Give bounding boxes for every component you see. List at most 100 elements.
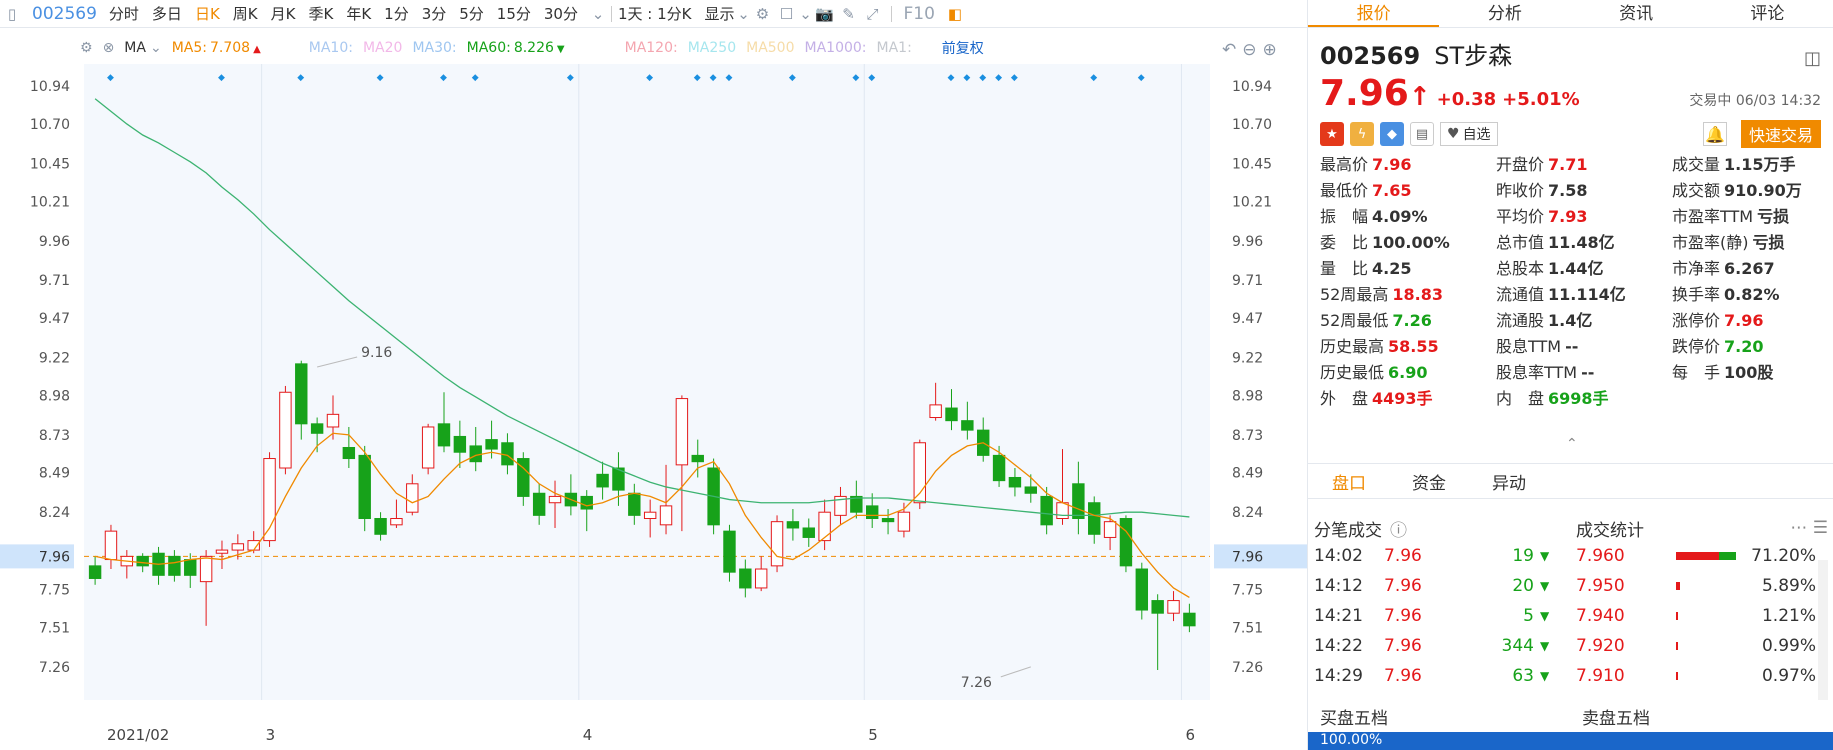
collapse-panel-icon[interactable]: ◫ bbox=[1804, 48, 1821, 69]
settings-gear-icon[interactable]: ⚙ bbox=[80, 40, 93, 56]
candle-body bbox=[897, 511, 911, 532]
ma5-value: 7.708 bbox=[209, 40, 251, 56]
period-15min[interactable]: 15分 bbox=[497, 3, 531, 24]
candle-body bbox=[1119, 518, 1133, 567]
period-1min[interactable]: 1分 bbox=[384, 3, 409, 24]
stat-pct: 5.89% bbox=[1761, 576, 1816, 596]
add-favorite-label: 自选 bbox=[1462, 127, 1491, 143]
bell-icon[interactable]: 🔔 bbox=[1702, 122, 1727, 146]
more-icon[interactable]: ⋯ bbox=[1790, 518, 1807, 538]
stat-cell: 每 手 100股 bbox=[1672, 362, 1833, 384]
y-tick-right: 7.26 bbox=[1232, 660, 1263, 676]
chevron-down-icon[interactable]: ⌄ bbox=[591, 2, 605, 26]
tab-quote[interactable]: 报价 bbox=[1308, 0, 1440, 27]
candle-body bbox=[215, 549, 229, 554]
candle-body bbox=[88, 565, 102, 579]
pen-draw-icon[interactable]: ✎ bbox=[837, 2, 861, 26]
fast-trade-button[interactable]: 快速交易 bbox=[1740, 120, 1821, 148]
display-select[interactable]: 显示 bbox=[705, 3, 735, 24]
stat-cell: 跌停价 7.20 bbox=[1672, 336, 1833, 358]
camera-icon[interactable]: 📷 bbox=[813, 2, 837, 26]
y-tick-left: 10.21 bbox=[30, 194, 70, 210]
candle-body bbox=[961, 420, 974, 431]
sidebar-toggle-icon[interactable]: ▯ bbox=[0, 2, 24, 26]
y-tick-right: 8.49 bbox=[1232, 466, 1263, 482]
tab-news[interactable]: 资讯 bbox=[1571, 0, 1702, 27]
square-select-icon[interactable]: ☐ bbox=[775, 2, 799, 26]
period-weekly[interactable]: 周K bbox=[233, 3, 258, 24]
stat-cell: 开盘价 7.71 bbox=[1496, 154, 1672, 176]
stat-label: 总股本 bbox=[1496, 259, 1545, 278]
tab-capital[interactable]: 资金 bbox=[1412, 469, 1446, 494]
chevron-down-icon[interactable]: ⌄ bbox=[799, 2, 813, 26]
candle-body bbox=[532, 492, 546, 516]
ma60-label-text: MA60: bbox=[466, 40, 511, 56]
stat-value: 7.96 bbox=[1724, 311, 1764, 330]
period-multiday[interactable]: 多日 bbox=[152, 3, 182, 24]
add-favorite-button[interactable]: ♥ 自选 bbox=[1440, 122, 1498, 146]
kline-svg[interactable]: 10.94 10.94 10.70 10.70 10.45 10.45 10.21 10.21… bbox=[0, 60, 1307, 750]
stat-cell: 52周最低 7.26 bbox=[1320, 310, 1496, 332]
undo-icon[interactable]: ↶ bbox=[1222, 40, 1236, 60]
stat-row: 7.920 0.99% bbox=[1576, 631, 1828, 661]
tab-analysis[interactable]: 分析 bbox=[1439, 0, 1570, 27]
range-select[interactable]: 1天 : 1分K bbox=[618, 3, 692, 24]
stat-cell: 涨停价 7.96 bbox=[1672, 310, 1833, 332]
candle-body bbox=[136, 555, 149, 567]
stat-cell: 最低价 7.65 bbox=[1320, 180, 1496, 202]
x-tick-label: 2021/02 bbox=[107, 726, 169, 744]
candle-body bbox=[802, 527, 815, 538]
y-tick-right: 7.51 bbox=[1232, 620, 1263, 636]
period-3min[interactable]: 3分 bbox=[422, 3, 447, 24]
tab-orderbook[interactable]: 盘口 bbox=[1332, 469, 1366, 494]
candle-body bbox=[342, 446, 356, 460]
stat-cell: 内 盘 6998手 bbox=[1496, 388, 1672, 410]
list-icon[interactable]: ☰ bbox=[1813, 518, 1828, 538]
period-daily[interactable]: 日K bbox=[195, 3, 220, 24]
candle-body bbox=[643, 511, 657, 520]
stat-row: 7.940 1.21% bbox=[1576, 601, 1828, 631]
period-minute[interactable]: 分时 bbox=[109, 3, 139, 24]
period-5min[interactable]: 5分 bbox=[459, 3, 484, 24]
chevron-down-icon[interactable]: ⌄ bbox=[150, 40, 162, 56]
zoom-in-icon[interactable]: ⊕ bbox=[1263, 40, 1277, 60]
y-tick-right: 7.75 bbox=[1232, 583, 1263, 599]
panel-toggle-icon[interactable]: ◧ bbox=[943, 2, 967, 26]
kline-chart[interactable]: 10.94 10.94 10.70 10.70 10.45 10.45 10.21 10.21… bbox=[0, 60, 1307, 750]
buy-5-title: 买盘五档 bbox=[1320, 708, 1388, 729]
expand-chevron-icon[interactable]: ⌃ bbox=[1566, 436, 1578, 452]
stat-label: 委 比 bbox=[1320, 233, 1369, 252]
tick-trades-title: 分笔成交 bbox=[1314, 520, 1382, 541]
f10-button[interactable]: F10 bbox=[904, 4, 935, 24]
period-yearly[interactable]: 年K bbox=[346, 3, 371, 24]
tab-comments[interactable]: 评论 bbox=[1702, 0, 1833, 27]
period-quarterly[interactable]: 季K bbox=[308, 3, 333, 24]
stat-row: 7.950 5.89% bbox=[1576, 571, 1828, 601]
y-tick-right: 10.94 bbox=[1232, 79, 1272, 95]
tab-unusual[interactable]: 异动 bbox=[1492, 469, 1526, 494]
close-icon[interactable]: ⊗ bbox=[103, 40, 115, 56]
chevron-down-icon[interactable]: ⌄ bbox=[737, 2, 751, 26]
ma60-label: MA60: 8.226 ▼ bbox=[467, 40, 575, 56]
scrollbar[interactable] bbox=[1818, 560, 1828, 700]
candle-body bbox=[279, 391, 292, 469]
stat-cell: 平均价 7.93 bbox=[1496, 206, 1672, 228]
indicator-name[interactable]: MA bbox=[124, 40, 146, 56]
adjust-select[interactable]: 前复权 bbox=[942, 38, 984, 58]
trade-price: 7.96 bbox=[1384, 546, 1422, 566]
stat-bar bbox=[1676, 582, 1736, 590]
period-monthly[interactable]: 月K bbox=[271, 3, 296, 24]
down-triangle-icon: ▼ bbox=[1540, 639, 1550, 653]
settings-gear-icon[interactable]: ⚙ bbox=[751, 2, 775, 26]
stat-cell: 市盈率TTM 亏损 bbox=[1672, 206, 1833, 228]
candle-body bbox=[818, 511, 831, 542]
candle-body bbox=[469, 445, 482, 463]
event-marker-icon: ◆ bbox=[440, 73, 447, 83]
fullscreen-icon[interactable]: ⤢ bbox=[861, 2, 885, 26]
y-tick-left: 8.24 bbox=[39, 505, 70, 521]
zoom-out-icon[interactable]: ⊖ bbox=[1242, 40, 1256, 60]
help-icon[interactable]: ⓘ bbox=[1390, 516, 1407, 541]
chart-toolbar: ▯ 002569 分时 多日 日K 周K 月K 季K 年K 1分 3分 5分 1… bbox=[0, 0, 1307, 28]
current-price: 7.96 bbox=[1320, 73, 1409, 114]
stock-code: 002569 bbox=[32, 3, 97, 24]
